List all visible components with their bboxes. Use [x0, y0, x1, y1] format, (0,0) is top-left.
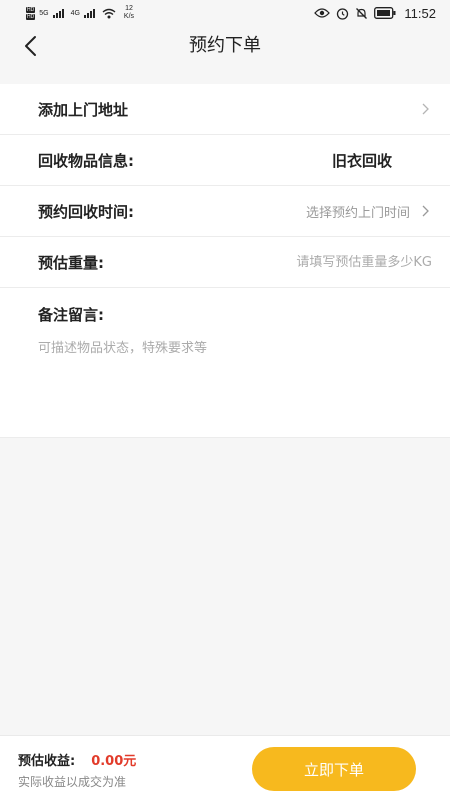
status-time: 11:52	[404, 5, 436, 21]
submit-order-button[interactable]: 立即下单	[252, 747, 416, 791]
back-arrow-icon	[25, 36, 36, 56]
back-button[interactable]	[14, 30, 46, 62]
address-label: 添加上门地址	[38, 100, 129, 119]
battery-icon	[374, 7, 396, 19]
weight-label: 预估重量:	[38, 253, 104, 272]
nav-bar: 预约下单	[0, 26, 450, 66]
hd-indicators: HD HD	[26, 6, 36, 20]
earnings-label: 预估收益:	[18, 754, 76, 769]
chevron-right-icon	[422, 103, 429, 115]
alarm-icon	[337, 7, 349, 20]
remark-input[interactable]	[38, 337, 428, 427]
status-bar-right: 11:52	[314, 6, 436, 21]
signal-icon	[52, 9, 64, 18]
address-row[interactable]: 添加上门地址	[0, 84, 450, 135]
pickup-time-label: 预约回收时间:	[38, 202, 134, 221]
item-info-row: 回收物品信息: 旧衣回收	[0, 135, 450, 186]
item-info-label: 回收物品信息:	[38, 151, 134, 170]
remark-section: 备注留言:	[0, 288, 450, 438]
network-type-label: 4G	[70, 9, 80, 17]
chevron-right-icon	[422, 205, 429, 217]
status-bar-left: HD HD 5G 4G 12 K/s	[26, 5, 134, 21]
status-bar: HD HD 5G 4G 12 K/s 11:52	[0, 0, 450, 26]
network-speed-unit: K/s	[123, 13, 135, 20]
hd-badge: HD	[26, 6, 36, 13]
network-speed-value: 12	[125, 5, 133, 12]
eye-icon	[314, 8, 331, 18]
bottom-bar: 预估收益: 0.00元 实际收益以成交为准 立即下单	[0, 735, 450, 800]
earnings-note: 实际收益以成交为准	[18, 775, 127, 789]
mute-bell-icon	[356, 7, 368, 19]
item-info-value: 旧衣回收	[331, 151, 392, 170]
signal-icon	[83, 9, 95, 18]
weight-input[interactable]	[232, 254, 432, 270]
wifi-icon	[102, 8, 116, 18]
pickup-time-placeholder: 选择预约上门时间	[305, 205, 410, 221]
pickup-time-row[interactable]: 预约回收时间: 选择预约上门时间	[0, 186, 450, 237]
network-speed: 12 K/s	[124, 5, 134, 21]
network-type-label: 5G	[39, 9, 49, 17]
order-form: 添加上门地址 回收物品信息: 旧衣回收 预约回收时间: 选择预约上门时间 预估重…	[0, 84, 450, 438]
earnings-value: 0.00元	[91, 754, 137, 769]
weight-row: 预估重量:	[0, 237, 450, 288]
page-title: 预约下单	[189, 35, 261, 56]
hd-badge: HD	[26, 13, 36, 20]
remark-label: 备注留言:	[38, 306, 104, 324]
estimated-earnings: 预估收益: 0.00元	[18, 750, 136, 769]
pickup-time-selector[interactable]: 选择预约上门时间	[306, 202, 432, 221]
